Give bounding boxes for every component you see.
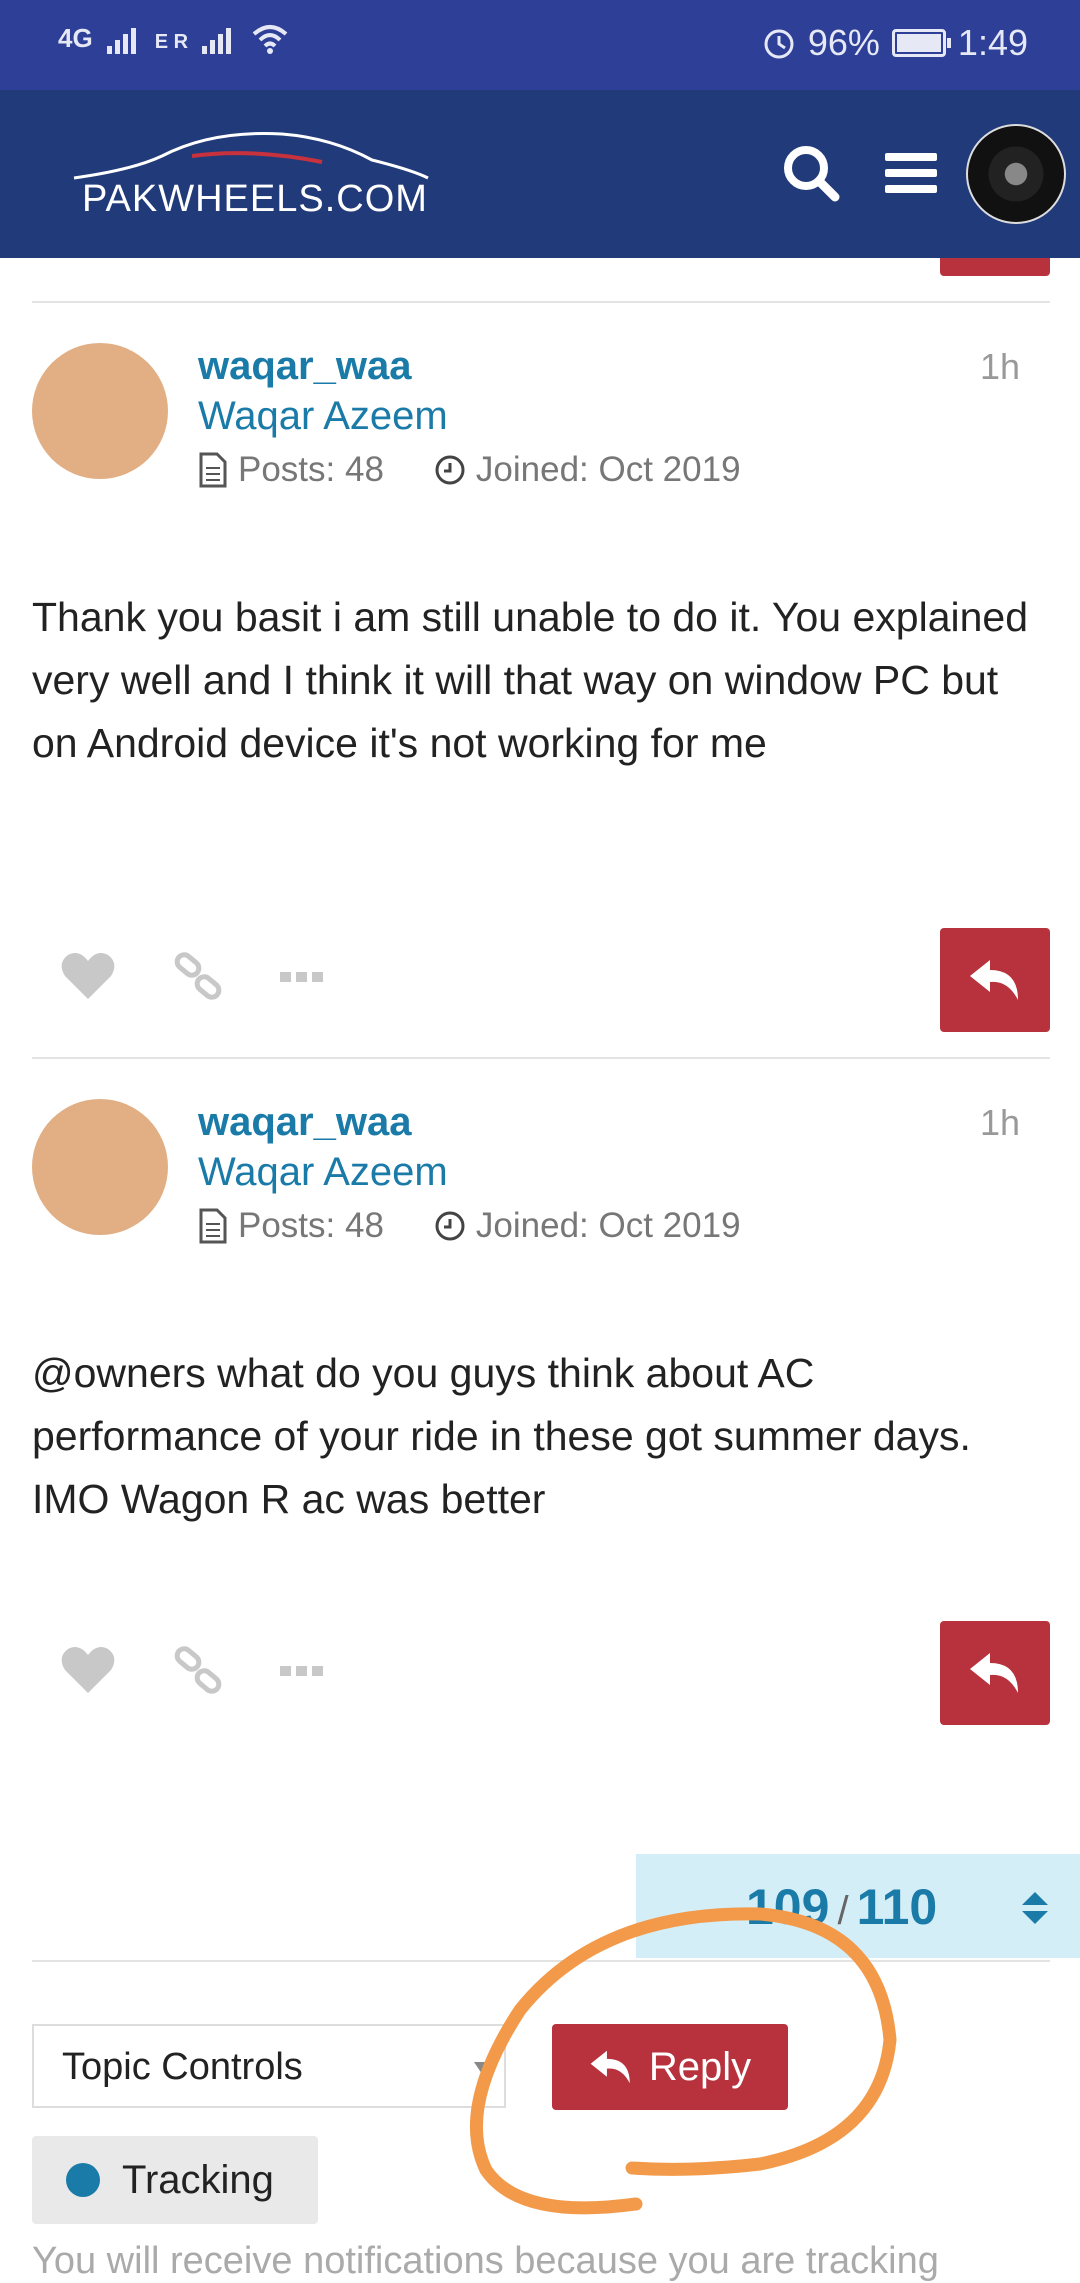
like-button[interactable]: [58, 1640, 118, 1700]
status-right: 96% 1:49: [762, 22, 1028, 64]
post-meta: Posts: 48 Joined: Oct 2019: [198, 450, 741, 490]
post-divider: [32, 1057, 1050, 1059]
reply-button[interactable]: Reply: [552, 2024, 788, 2110]
topic-controls-dropdown[interactable]: Topic Controls: [32, 2024, 506, 2108]
post-username[interactable]: waqar_waa: [198, 344, 411, 389]
posts-count: Posts: 48: [238, 1206, 384, 1245]
like-button[interactable]: [58, 946, 118, 1006]
expand-arrows-icon: [1022, 1892, 1048, 1924]
document-icon: [199, 452, 227, 488]
menu-button[interactable]: [876, 138, 946, 208]
network-4g-label: 4G: [58, 23, 93, 53]
post-divider: [32, 301, 1050, 303]
post-avatar[interactable]: [32, 343, 168, 479]
user-avatar[interactable]: [966, 124, 1066, 224]
document-icon: [199, 1208, 227, 1244]
car-silhouette-logo-icon: [73, 132, 429, 180]
tracking-status-icon: [66, 2163, 100, 2197]
post-time[interactable]: 1h: [980, 1102, 1020, 1144]
link-icon: [174, 952, 222, 1000]
notification-explanation: You will receive notifications because y…: [32, 2240, 939, 2282]
post-meta: Posts: 48 Joined: Oct 2019: [198, 1206, 741, 1246]
reply-arrow-icon: [970, 960, 1018, 1000]
more-options-button[interactable]: [272, 946, 332, 1006]
topic-progress[interactable]: 109/110: [636, 1854, 1080, 1958]
wifi-icon: [252, 25, 288, 54]
signal-bars-icon: [106, 28, 136, 54]
post-avatar[interactable]: [32, 1099, 168, 1235]
battery-icon: [891, 29, 951, 57]
link-icon: [174, 1646, 222, 1694]
joined-date: Joined: Oct 2019: [475, 1206, 741, 1245]
signal-bars-icon: [202, 28, 232, 54]
hamburger-menu-icon: [885, 153, 937, 193]
previous-reply-button-edge[interactable]: [940, 258, 1050, 276]
reply-button-label: Reply: [648, 2044, 752, 2089]
reply-arrow-icon: [590, 2050, 630, 2084]
clock-icon: [435, 455, 465, 485]
progress-current: 109: [746, 1879, 830, 1935]
share-link-button[interactable]: [168, 946, 228, 1006]
post-username[interactable]: waqar_waa: [198, 1100, 411, 1145]
post-time[interactable]: 1h: [980, 346, 1020, 388]
reply-arrow-icon: [970, 1653, 1018, 1693]
more-dots-icon: [280, 1666, 323, 1676]
progress-text: 109/110: [746, 1878, 937, 1936]
tracking-label: Tracking: [122, 2157, 274, 2202]
progress-total: 110: [856, 1879, 938, 1935]
search-icon: [784, 146, 840, 202]
network-er-label: E R: [154, 31, 189, 53]
heart-icon: [61, 1647, 115, 1693]
topic-controls-label: Topic Controls: [62, 2046, 303, 2088]
site-header: PAKWHEELS.COM: [0, 90, 1080, 258]
progress-separator: /: [837, 1889, 849, 1933]
heart-icon: [61, 953, 115, 999]
post-full-name[interactable]: Waqar Azeem: [198, 1150, 448, 1195]
clock-time: 1:49: [957, 22, 1028, 63]
post-reply-button[interactable]: [940, 1621, 1050, 1725]
footer-divider: [32, 1960, 1050, 1962]
battery-percent: 96%: [807, 22, 880, 63]
status-bar: 4G E R 96% 1:49: [0, 0, 1080, 90]
site-logo[interactable]: PAKWHEELS.COM: [82, 178, 428, 221]
tracking-button[interactable]: Tracking: [32, 2136, 318, 2224]
more-options-button[interactable]: [272, 1640, 332, 1700]
joined-date: Joined: Oct 2019: [475, 450, 741, 489]
alarm-icon: [764, 29, 794, 59]
clock-icon: [435, 1211, 465, 1241]
share-link-button[interactable]: [168, 1640, 228, 1700]
posts-count: Posts: 48: [238, 450, 384, 489]
post-reply-button[interactable]: [940, 928, 1050, 1032]
chevron-down-icon: [474, 2062, 490, 2074]
post-body: Thank you basit i am still unable to do …: [32, 594, 1029, 766]
more-dots-icon: [280, 972, 323, 982]
signal-indicators: 4G E R: [58, 22, 290, 54]
search-button[interactable]: [776, 138, 846, 208]
post-body: @owners what do you guys think about AC …: [32, 1350, 971, 1522]
post-full-name[interactable]: Waqar Azeem: [198, 394, 448, 439]
